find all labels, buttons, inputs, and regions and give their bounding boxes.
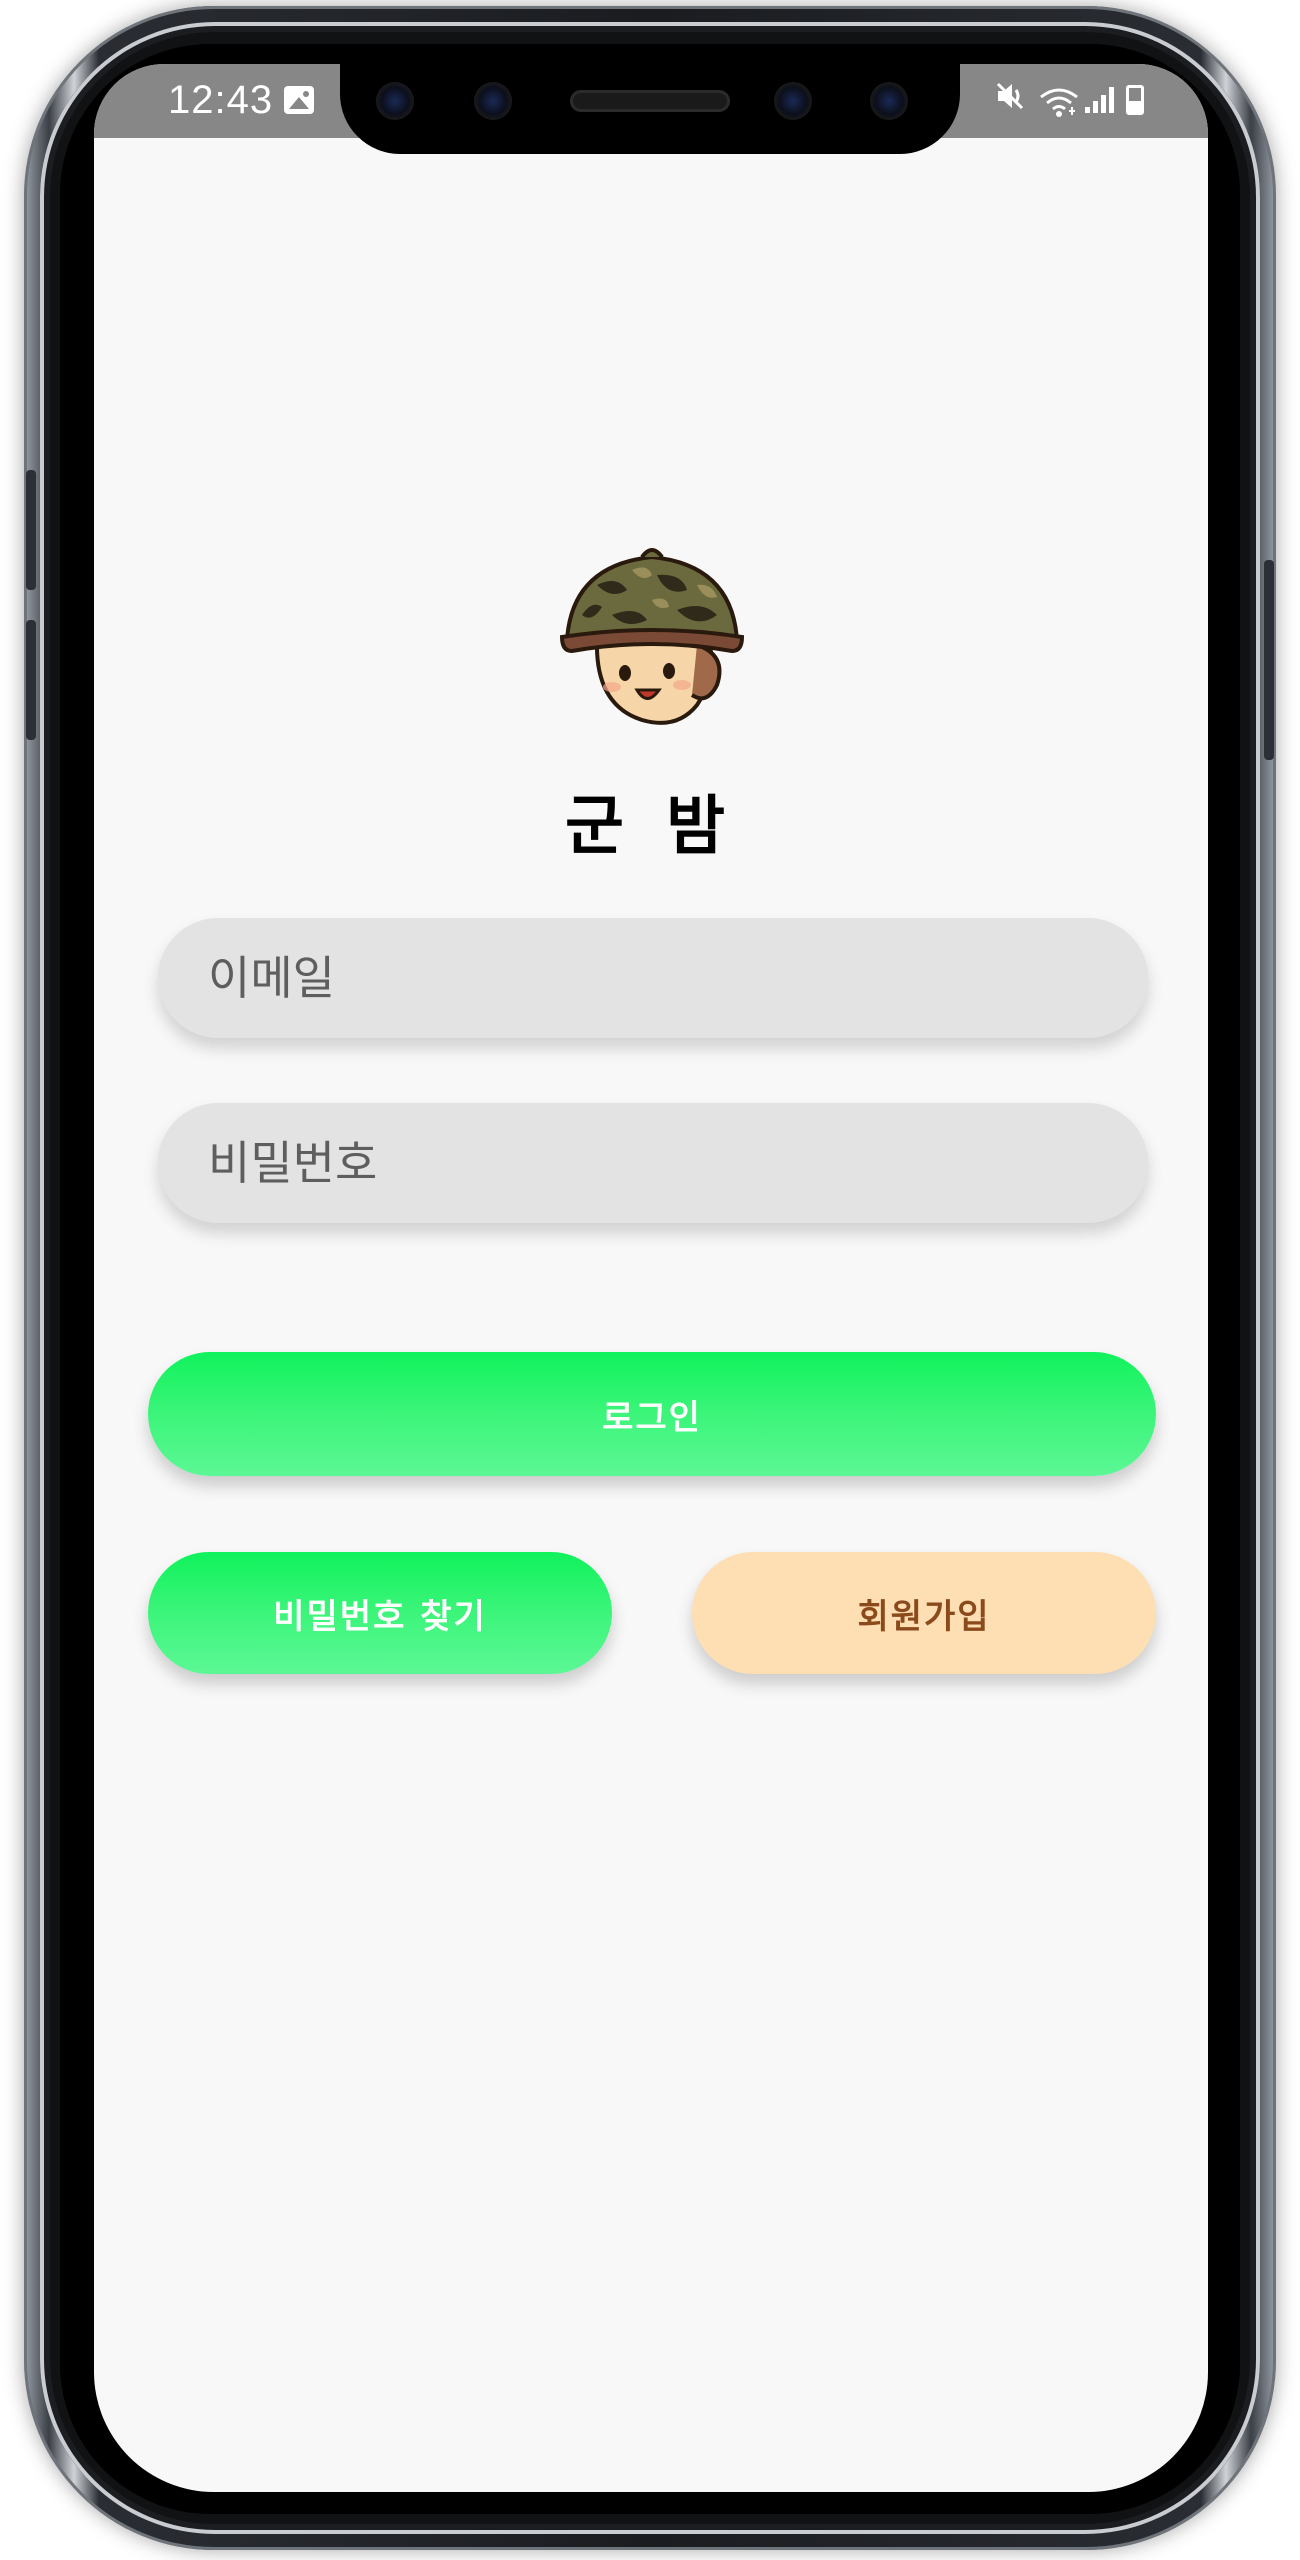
device-mockup: 12:43 군 밤 이메일 로그인 비밀번호 찾기 회원가입	[0, 0, 1300, 2560]
email-input[interactable]	[206, 950, 1148, 1006]
login-button-label: 로그인	[602, 1397, 702, 1438]
login-button[interactable]: 로그인	[148, 1352, 1156, 1476]
mute-icon	[995, 81, 1027, 119]
password-field[interactable]	[158, 1103, 1148, 1223]
wifi-icon	[1039, 87, 1078, 117]
earpiece-speaker	[570, 90, 730, 112]
find-password-button[interactable]: 비밀번호 찾기	[148, 1552, 612, 1674]
signup-button[interactable]: 회원가입	[692, 1552, 1156, 1674]
status-icons	[995, 80, 1144, 120]
soldier-mascot-icon	[559, 548, 745, 725]
gallery-icon	[284, 86, 314, 114]
password-input[interactable]	[206, 1135, 1148, 1191]
sensor-icon	[474, 82, 512, 120]
app-screen: 12:43	[94, 64, 1208, 2492]
face-sensor-icon	[774, 82, 812, 120]
front-camera-icon	[376, 82, 414, 120]
front-camera-icon	[870, 82, 908, 120]
battery-icon	[1126, 85, 1144, 115]
power-button	[1264, 560, 1274, 760]
status-time: 12:43	[168, 78, 274, 122]
camera-notch	[340, 60, 960, 154]
app-title: 군 밤	[564, 790, 736, 864]
volume-down-button	[26, 620, 36, 740]
signal-icon	[1085, 87, 1114, 113]
volume-up-button	[26, 470, 36, 590]
email-field[interactable]	[158, 918, 1148, 1038]
signup-button-label: 회원가입	[857, 1596, 991, 1637]
find-password-button-label: 비밀번호 찾기	[273, 1596, 487, 1637]
